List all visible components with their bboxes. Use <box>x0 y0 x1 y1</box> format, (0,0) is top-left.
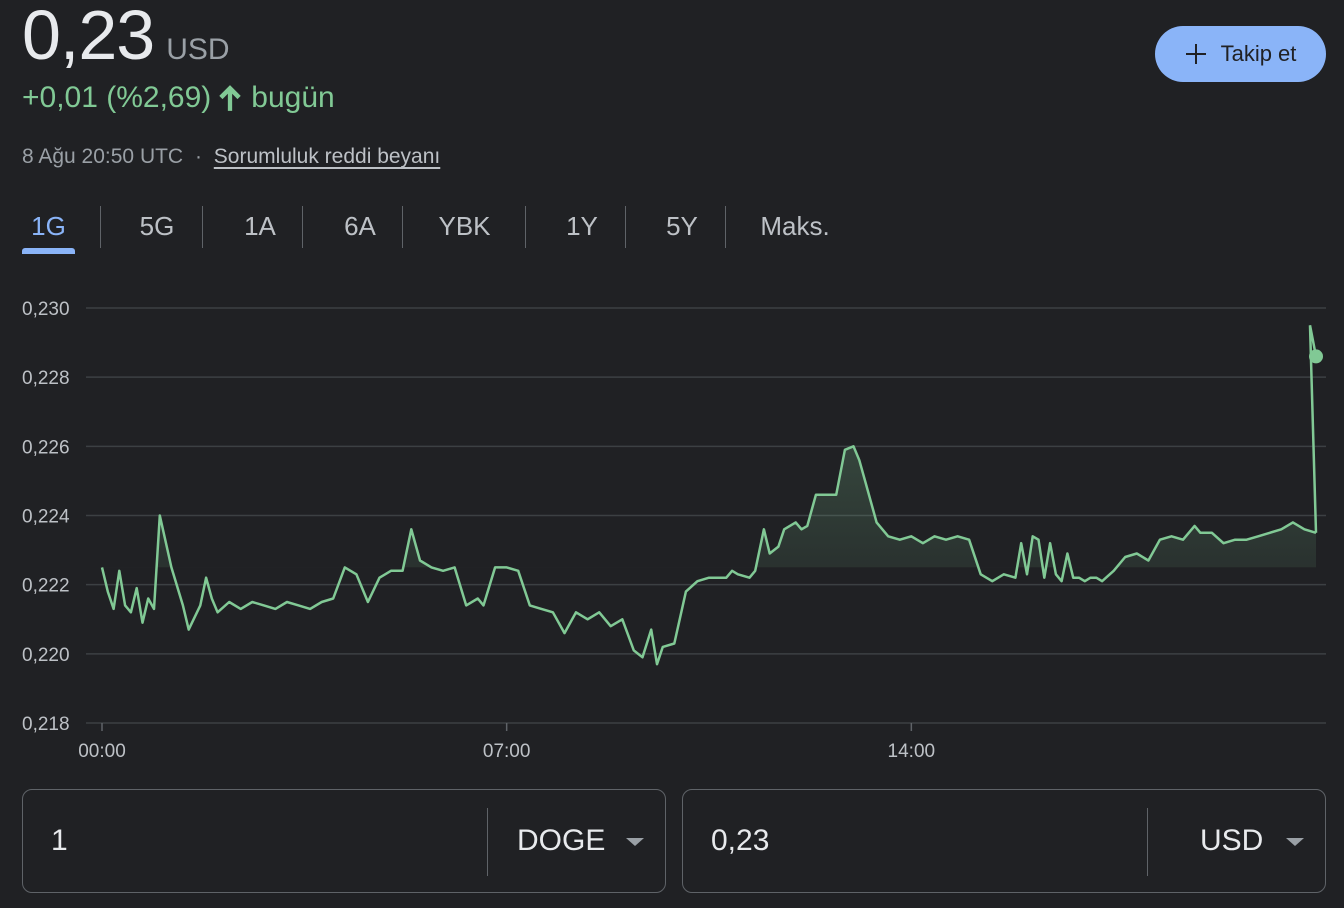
tab-max[interactable]: Maks. <box>750 200 840 252</box>
tab-divider <box>302 206 303 248</box>
y-tick-label: 0,222 <box>22 576 70 597</box>
y-tick-label: 0,228 <box>22 368 70 389</box>
y-tick-label: 0,226 <box>22 437 70 458</box>
converter-divider <box>1147 808 1148 876</box>
chevron-down-icon[interactable] <box>626 838 644 846</box>
to-currency-converter: 0,23 USD <box>682 789 1326 893</box>
x-tick-label: 14:00 <box>888 741 936 762</box>
from-currency-converter: 1 DOGE <box>22 789 666 893</box>
price-headline: 0,23 USD <box>22 0 230 70</box>
price-chart[interactable]: 0,218 0,220 0,222 0,224 0,226 0,228 0,230 00:00… <box>0 280 1344 780</box>
tab-divider <box>625 206 626 248</box>
tab-1a[interactable]: 1A <box>225 200 295 252</box>
price-currency: USD <box>166 33 230 66</box>
tab-divider <box>402 206 403 248</box>
price-line <box>100 445 1317 666</box>
y-tick-label: 0,230 <box>22 299 70 320</box>
tab-label: Maks. <box>760 210 830 241</box>
price-change: +0,01 (%2,69) bugün <box>22 78 335 118</box>
tab-divider <box>202 206 203 248</box>
y-tick-label: 0,220 <box>22 645 70 666</box>
tab-divider <box>525 206 526 248</box>
tab-ybk[interactable]: YBK <box>422 200 507 252</box>
y-tick-label: 0,224 <box>22 507 70 528</box>
disclaimer-link[interactable]: Sorumluluk reddi beyanı <box>214 145 440 168</box>
tab-5g[interactable]: 5G <box>122 200 192 252</box>
tab-label: 5G <box>139 210 175 241</box>
tab-label: 1G <box>31 210 66 241</box>
follow-button-label: Takip et <box>1220 41 1297 66</box>
change-value: +0,01 (%2,69) <box>22 81 212 114</box>
timestamp: 8 Ağu 20:50 UTC <box>22 145 184 168</box>
plus-icon <box>1185 44 1206 64</box>
to-amount-input[interactable]: 0,23 <box>711 824 769 858</box>
change-period: bugün <box>251 81 335 114</box>
converter-divider <box>487 808 488 876</box>
separator: · <box>194 145 202 168</box>
last-price-marker <box>1309 349 1323 364</box>
from-currency-select[interactable]: DOGE <box>517 824 605 858</box>
tab-label: 5Y <box>666 210 698 241</box>
y-tick-label: 0,218 <box>22 714 70 735</box>
to-currency-select[interactable]: USD <box>1200 824 1263 858</box>
timestamp-row: 8 Ağu 20:50 UTC · Sorumluluk reddi beyan… <box>22 145 440 169</box>
tab-6a[interactable]: 6A <box>325 200 395 252</box>
tab-1y[interactable]: 1Y <box>547 200 617 252</box>
tab-label: 1Y <box>566 210 598 241</box>
crypto-price-card: 0,23 USD +0,01 (%2,69) bugün 8 Ağu 20:50… <box>0 0 1344 908</box>
active-tab-indicator <box>22 248 75 254</box>
chevron-down-icon[interactable] <box>1286 838 1304 846</box>
x-tick-label: 00:00 <box>78 741 126 762</box>
tab-divider <box>725 206 726 248</box>
follow-button[interactable]: Takip et <box>1155 26 1326 82</box>
tab-label: 6A <box>344 210 376 241</box>
tab-label: YBK <box>438 210 491 241</box>
tab-label: 1A <box>244 210 276 241</box>
from-amount-input[interactable]: 1 <box>51 824 68 858</box>
x-tick-label: 07:00 <box>483 741 531 762</box>
tab-1g[interactable]: 1G <box>22 200 75 252</box>
tab-divider <box>100 206 101 248</box>
current-price: 0,23 <box>22 0 155 74</box>
tab-5y[interactable]: 5Y <box>647 200 717 252</box>
arrow-up-icon <box>219 85 242 111</box>
